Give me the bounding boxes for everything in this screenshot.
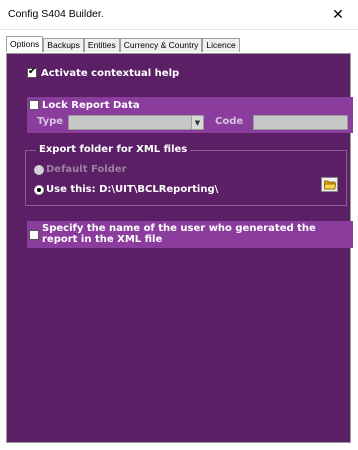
lock-report-label: Lock Report Data — [42, 100, 140, 111]
close-icon[interactable]: ✕ — [318, 0, 358, 29]
type-label: Type — [37, 116, 64, 127]
export-folder-group: Export folder for XML files Default Fold… — [25, 144, 347, 206]
export-folder-legend: Export folder for XML files — [36, 144, 191, 155]
specify-user-label: Specify the name of the user who generat… — [42, 223, 316, 245]
lock-report-checkbox[interactable] — [29, 100, 39, 110]
use-this-label: Use this: D:\UIT\BCLReporting\ — [46, 184, 219, 195]
contextual-help-label: Activate contextual help — [41, 68, 180, 79]
options-panel: Activate contextual help Lock Report Dat… — [6, 53, 353, 443]
default-folder-radio[interactable] — [34, 165, 44, 175]
folder-open-icon — [323, 180, 336, 189]
use-this-radio[interactable] — [34, 185, 44, 195]
chevron-down-icon[interactable]: ▼ — [191, 116, 203, 129]
type-combo[interactable]: ▼ — [68, 115, 204, 130]
browse-folder-button[interactable] — [321, 177, 338, 192]
tab-currency-country[interactable]: Currency & Country — [119, 38, 203, 52]
lock-report-band: Lock Report Data Type ▼ Code — [27, 97, 353, 133]
window-title: Config S404 Builder. — [8, 8, 104, 20]
code-input[interactable] — [253, 115, 348, 130]
tab-backups[interactable]: Backups — [43, 38, 84, 52]
tab-strip: Options Backups Entities Currency & Coun… — [6, 36, 240, 52]
tab-licence[interactable]: Licence — [202, 38, 240, 52]
specify-user-checkbox[interactable] — [29, 230, 39, 240]
code-label: Code — [215, 116, 244, 127]
contextual-help-checkbox[interactable] — [27, 66, 37, 78]
title-bar: Config S404 Builder. ✕ — [0, 0, 358, 30]
default-folder-label: Default Folder — [46, 164, 127, 175]
tab-entities[interactable]: Entities — [83, 38, 120, 52]
tab-options[interactable]: Options — [6, 36, 44, 52]
specify-user-band: Specify the name of the user who generat… — [27, 221, 353, 248]
